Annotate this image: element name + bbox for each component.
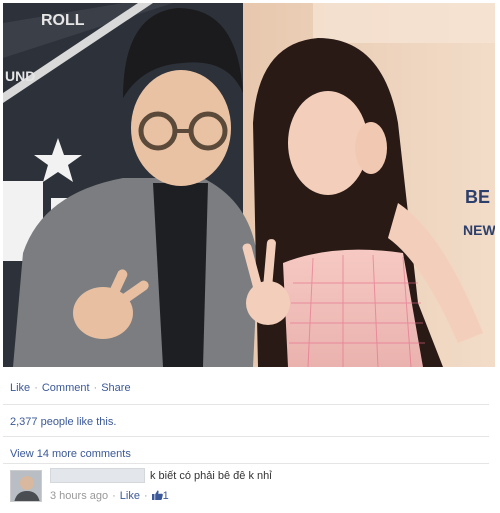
comment-link[interactable]: Comment	[42, 382, 90, 394]
signage-text-2: UND	[5, 68, 35, 84]
like-link[interactable]: Like	[10, 382, 30, 394]
likes-summary-link[interactable]: 2,377 people like this.	[10, 416, 116, 428]
signage-text-3: BE	[465, 187, 490, 207]
separator-dot: ·	[143, 490, 148, 502]
share-link[interactable]: Share	[101, 382, 130, 394]
comment-meta: 3 hours ago · Like · 1	[50, 490, 169, 502]
comment-text: k biết có phải bê đê k nhỉ	[150, 470, 272, 482]
separator-dot: ·	[112, 490, 116, 502]
comment-like-count-value: 1	[162, 490, 169, 502]
post-photo[interactable]: ROLL UND BE NEW	[3, 3, 495, 367]
post-actions-bar: Like · Comment · Share	[10, 381, 131, 395]
photo-scene: ROLL UND BE NEW	[3, 3, 495, 367]
comment-timestamp[interactable]: 3 hours ago	[50, 490, 108, 502]
comment-like-count[interactable]: 1	[151, 490, 169, 502]
separator-dot: ·	[34, 382, 38, 394]
comment-author-name-redacted[interactable]	[50, 468, 145, 483]
avatar[interactable]	[10, 470, 42, 502]
signage-text-4: NEW	[463, 222, 495, 238]
thumbs-up-icon	[151, 490, 163, 500]
likes-summary-box: 2,377 people like this.	[3, 404, 489, 437]
comment-item: k biết có phải bê đê k nhỉ 3 hours ago · L…	[3, 463, 489, 513]
avatar-image	[11, 471, 41, 501]
signage-text-1: ROLL	[41, 12, 85, 29]
view-more-comments-link[interactable]: View 14 more comments	[10, 448, 131, 460]
comment-like-link[interactable]: Like	[120, 490, 140, 502]
separator-dot: ·	[93, 382, 98, 394]
